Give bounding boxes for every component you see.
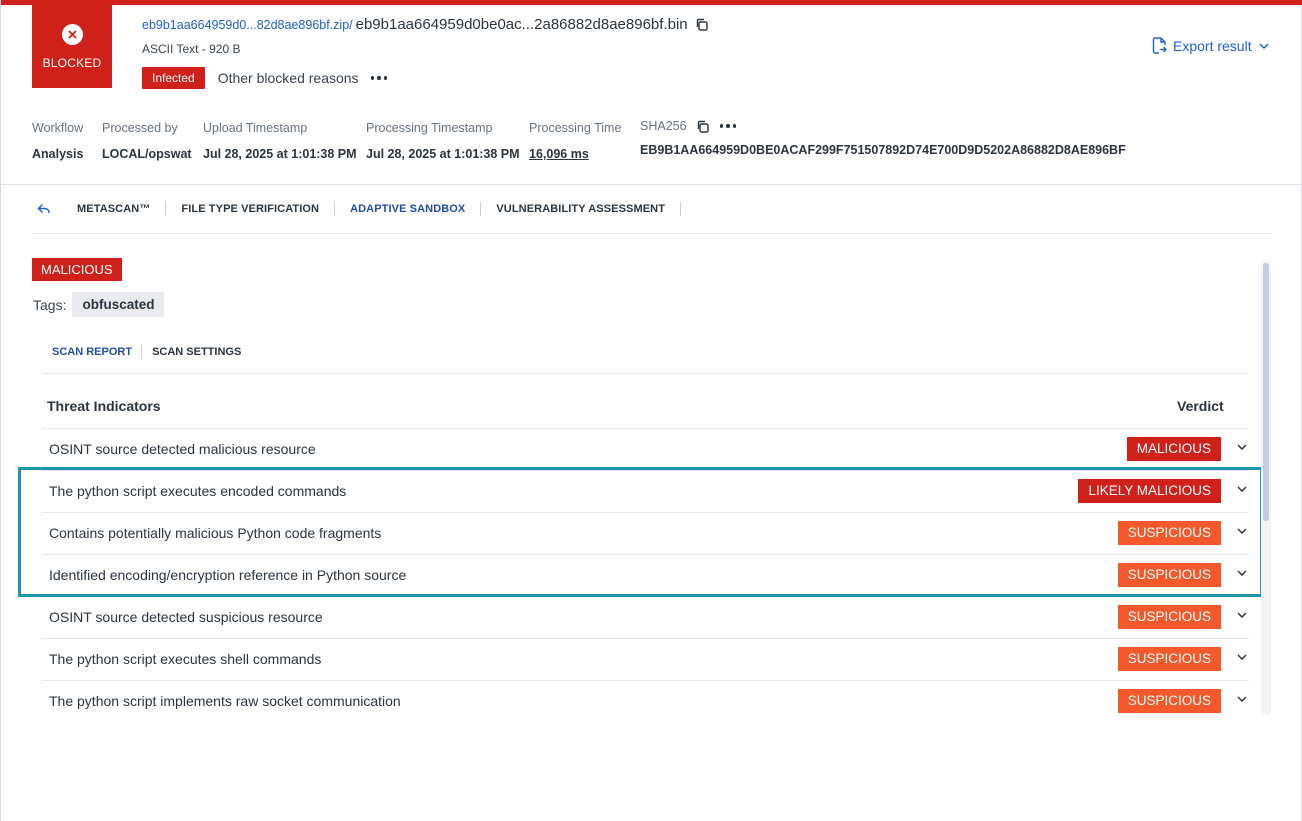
- meta-label: Processing Timestamp: [366, 121, 493, 135]
- tab-adaptive-sandbox[interactable]: ADAPTIVE SANDBOX: [335, 202, 482, 216]
- threat-indicator-text: Identified encoding/encryption reference…: [49, 567, 407, 583]
- overall-verdict-badge: MALICIOUS: [32, 258, 122, 281]
- chevron-down-icon[interactable]: [1237, 696, 1247, 702]
- chevron-down-icon[interactable]: [1237, 528, 1247, 534]
- meta-processing-timestamp: Processing Timestamp Jul 28, 2025 at 1:0…: [366, 121, 520, 161]
- meta-processed-by: Processed by LOCAL/opswat: [102, 121, 192, 161]
- tag-chip: obfuscated: [72, 292, 165, 317]
- verdict-badge: SUSPICIOUS: [1117, 689, 1221, 713]
- meta-sha256: SHA256 EB9B1AA664959D0BE0ACAF299F7515078…: [640, 119, 1126, 157]
- header-divider: [1, 184, 1302, 185]
- blocked-status-box: BLOCKED: [32, 5, 112, 88]
- scrollbar-thumb[interactable]: [1263, 263, 1269, 521]
- more-options-icon[interactable]: [719, 119, 737, 133]
- meta-label: Processed by: [102, 121, 178, 135]
- chevron-down-icon: [1259, 42, 1269, 49]
- table-row[interactable]: The python script executes encoded comma…: [42, 470, 1249, 512]
- tab-scan-report[interactable]: SCAN REPORT: [52, 346, 143, 359]
- back-arrow-icon[interactable]: [37, 204, 51, 214]
- archive-link[interactable]: eb9b1aa664959d0...82d8ae896bf.zip/: [142, 18, 353, 32]
- verdict-badge: LIKELY MALICIOUS: [1078, 479, 1221, 503]
- processing-time-link[interactable]: 16,096 ms: [529, 147, 621, 161]
- file-name: eb9b1aa664959d0be0ac...2a86882d8ae896bf.…: [355, 16, 688, 33]
- chevron-down-icon[interactable]: [1237, 654, 1247, 660]
- copy-icon[interactable]: [695, 18, 708, 31]
- meta-label: Processing Time: [529, 121, 622, 135]
- meta-label: Workflow: [32, 121, 84, 135]
- verdict-badge: SUSPICIOUS: [1117, 605, 1221, 629]
- report-subtabs: SCAN REPORT SCAN SETTINGS: [52, 346, 241, 359]
- threat-indicator-text: Contains potentially malicious Python co…: [49, 525, 382, 541]
- meta-label: Upload Timestamp: [203, 121, 308, 135]
- tags-label: Tags:: [33, 296, 67, 313]
- threat-indicator-text: The python script implements raw socket …: [49, 693, 401, 709]
- file-type-size: ASCII Text - 920 B: [142, 42, 241, 56]
- copy-icon[interactable]: [696, 120, 709, 133]
- verdict-badge: SUSPICIOUS: [1117, 647, 1221, 671]
- chevron-down-icon[interactable]: [1237, 612, 1247, 618]
- infected-badge: Infected: [142, 67, 205, 89]
- threat-indicators-header: Threat Indicators: [47, 398, 161, 414]
- chevron-down-icon[interactable]: [1237, 570, 1247, 576]
- more-options-icon[interactable]: [370, 71, 388, 85]
- close-circle-icon: [61, 23, 83, 45]
- other-blocked-reasons: Other blocked reasons: [217, 70, 359, 86]
- sha256-value: EB9B1AA664959D0BE0ACAF299F751507892D74E7…: [640, 143, 1126, 157]
- tab-vulnerability-assessment[interactable]: VULNERABILITY ASSESSMENT: [481, 202, 682, 216]
- meta-processing-time: Processing Time 16,096 ms: [529, 121, 621, 161]
- meta-value: Jul 28, 2025 at 1:01:38 PM: [203, 147, 357, 161]
- threat-indicator-text: The python script executes shell command…: [49, 651, 322, 667]
- chevron-down-icon[interactable]: [1237, 486, 1247, 492]
- tabs-divider: [32, 233, 1272, 234]
- meta-value: LOCAL/opswat: [102, 147, 192, 161]
- threat-indicator-text: OSINT source detected suspicious resourc…: [49, 609, 323, 625]
- tags-row: Tags: obfuscated: [33, 292, 165, 317]
- threat-indicator-text: OSINT source detected malicious resource: [49, 441, 316, 457]
- subtabs-divider: [42, 373, 1249, 374]
- blocked-label: BLOCKED: [42, 55, 102, 70]
- file-export-icon: [1152, 37, 1167, 54]
- meta-upload-timestamp: Upload Timestamp Jul 28, 2025 at 1:01:38…: [203, 121, 357, 161]
- engine-tabs: METASCAN™ FILE TYPE VERIFICATION ADAPTIV…: [37, 200, 682, 218]
- meta-label: SHA256: [640, 119, 687, 133]
- verdict-header: Verdict: [1177, 398, 1224, 414]
- verdict-badge: MALICIOUS: [1126, 437, 1221, 461]
- tab-scan-settings[interactable]: SCAN SETTINGS: [142, 346, 241, 359]
- chevron-down-icon[interactable]: [1237, 444, 1247, 450]
- table-row[interactable]: OSINT source detected suspicious resourc…: [42, 596, 1249, 638]
- table-row[interactable]: Identified encoding/encryption reference…: [42, 554, 1249, 596]
- verdict-badge: SUSPICIOUS: [1117, 521, 1221, 545]
- meta-value: Analysis: [32, 147, 84, 161]
- table-row[interactable]: Contains potentially malicious Python co…: [42, 512, 1249, 554]
- table-row[interactable]: The python script executes shell command…: [42, 638, 1249, 680]
- status-line: Infected Other blocked reasons: [142, 67, 388, 89]
- table-row[interactable]: OSINT source detected malicious resource…: [42, 428, 1249, 470]
- meta-value: Jul 28, 2025 at 1:01:38 PM: [366, 147, 520, 161]
- top-status-bar: [1, 0, 1302, 5]
- tab-metascan[interactable]: METASCAN™: [62, 202, 167, 216]
- export-result-button[interactable]: Export result: [1152, 37, 1269, 54]
- tab-file-type-verification[interactable]: FILE TYPE VERIFICATION: [166, 202, 336, 216]
- verdict-badge: SUSPICIOUS: [1117, 563, 1221, 587]
- file-path: eb9b1aa664959d0...82d8ae896bf.zip/ eb9b1…: [142, 16, 708, 33]
- threat-indicator-text: The python script executes encoded comma…: [49, 483, 347, 499]
- table-row[interactable]: The python script implements raw socket …: [42, 680, 1249, 722]
- meta-workflow: Workflow Analysis: [32, 121, 83, 161]
- export-label: Export result: [1173, 37, 1252, 54]
